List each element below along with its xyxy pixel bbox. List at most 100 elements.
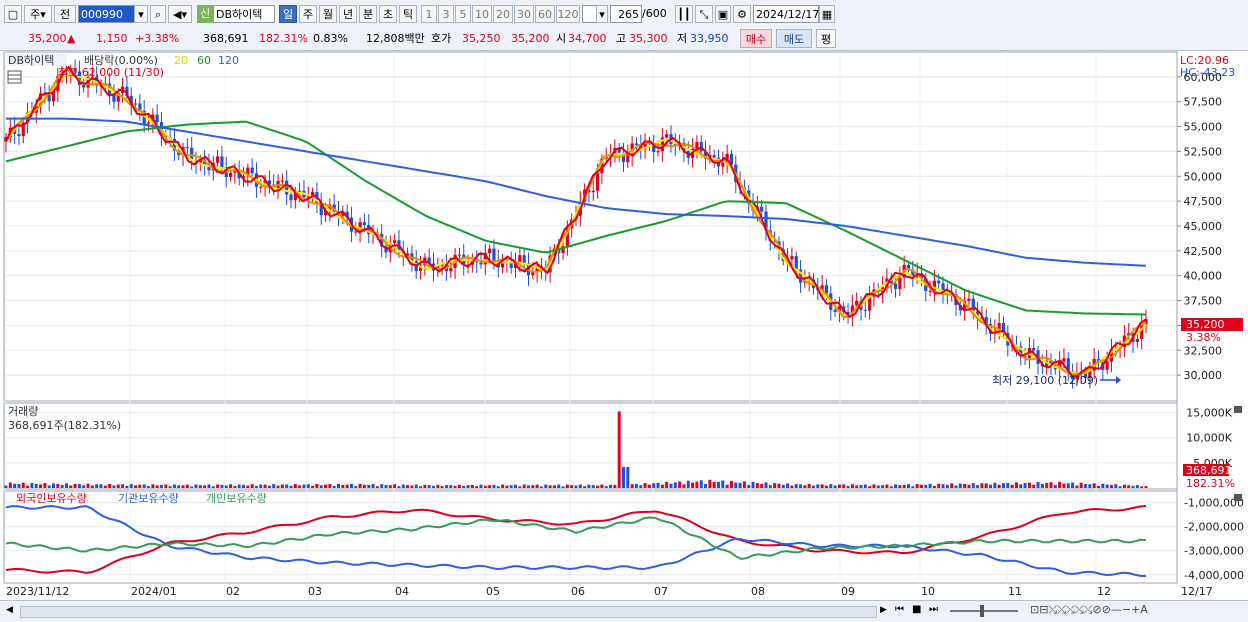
volume-bar xyxy=(423,484,427,488)
volume-bar xyxy=(1014,482,1018,488)
close-icon[interactable] xyxy=(1234,494,1242,501)
volume-bar xyxy=(781,484,785,488)
drawing-tools-icon[interactable]: ⊡⊟⤯⤯⤯⤯⤯⊘⊘—−+A xyxy=(1030,603,1148,617)
volume-bar xyxy=(306,484,310,488)
horizontal-scrollbar[interactable] xyxy=(20,606,877,618)
scroll-right-icon[interactable]: ▶ xyxy=(880,605,890,615)
volume-bar xyxy=(380,484,384,488)
volume-bar xyxy=(457,484,461,488)
volume-bar xyxy=(129,484,133,488)
volume-bar xyxy=(539,486,543,488)
candle-body xyxy=(479,262,483,265)
candle-body xyxy=(898,277,902,289)
volume-bar xyxy=(1131,485,1135,488)
volume-bar xyxy=(609,484,613,488)
x-tick-label: 11 xyxy=(1008,585,1022,598)
volume-bar xyxy=(393,484,397,488)
volume-bar xyxy=(254,485,258,488)
ma-60-label: 60 xyxy=(197,54,211,67)
volume-bar xyxy=(194,484,198,488)
volume-bar xyxy=(894,484,898,488)
scroll-left-icon[interactable]: ◀ xyxy=(6,605,16,617)
volume-bar xyxy=(527,485,530,488)
zoom-slider[interactable] xyxy=(950,610,1018,612)
volume-bar xyxy=(449,485,453,488)
volume-bar xyxy=(531,485,535,488)
table-icon[interactable] xyxy=(7,70,22,84)
candle-body xyxy=(665,134,669,138)
volume-bar xyxy=(652,483,656,488)
rewind-icon[interactable]: ⏮ xyxy=(895,604,909,615)
volume-bar xyxy=(583,486,587,488)
volume-bar xyxy=(911,486,915,488)
price-tick-label: 50,000 xyxy=(1184,170,1223,183)
candle-body xyxy=(937,280,941,284)
stock-chart[interactable]: 60,00057,50055,00052,50050,00047,50045,0… xyxy=(0,0,1248,621)
volume-bar xyxy=(60,484,64,488)
volume-bar xyxy=(764,482,768,488)
volume-bar xyxy=(660,484,664,488)
volume-bar xyxy=(1109,485,1113,488)
volume-bar xyxy=(773,483,777,488)
volume-bar xyxy=(1006,483,1010,488)
volume-bar xyxy=(656,482,660,488)
volume-bar xyxy=(315,483,319,488)
volume-bar xyxy=(941,484,945,488)
volume-bar xyxy=(842,484,846,488)
candle-body xyxy=(893,283,898,289)
volume-bar xyxy=(82,485,86,488)
volume-bar xyxy=(69,485,73,488)
volume-bar xyxy=(444,485,448,488)
volume-bar xyxy=(280,484,284,488)
volume-bar xyxy=(229,484,233,488)
volume-bar xyxy=(1019,484,1023,488)
volume-bar xyxy=(492,484,496,488)
fast-forward-icon[interactable]: ⏭ xyxy=(929,604,943,615)
candle-body xyxy=(457,254,462,256)
volume-bar xyxy=(552,485,556,488)
volume-bar xyxy=(311,485,315,488)
volume-bar xyxy=(686,480,690,488)
volume-bar xyxy=(682,484,686,488)
volume-bar xyxy=(514,484,518,488)
volume-bar xyxy=(95,484,99,488)
volume-bar xyxy=(932,485,936,488)
volume-bar xyxy=(1127,485,1131,488)
volume-bar xyxy=(1122,484,1126,488)
volume-bar xyxy=(17,483,21,488)
stop-icon[interactable]: ■ xyxy=(912,604,926,615)
volume-bar xyxy=(116,484,120,488)
volume-bar xyxy=(250,484,254,488)
candle-body xyxy=(863,309,867,311)
volume-bar xyxy=(375,486,379,488)
volume-bar xyxy=(613,484,617,488)
volume-bar xyxy=(211,486,215,488)
volume-bar xyxy=(786,483,790,488)
close-icon[interactable] xyxy=(1234,406,1242,413)
volume-bar xyxy=(328,484,332,488)
volume-bar xyxy=(155,485,159,488)
volume-bar xyxy=(712,481,716,488)
volume-bar xyxy=(337,483,340,488)
volume-bar xyxy=(794,484,798,488)
volume-bar xyxy=(47,485,51,488)
volume-bar xyxy=(134,485,138,488)
volume-bar xyxy=(950,483,954,488)
volume-bar xyxy=(954,485,958,488)
candle-body xyxy=(82,85,86,88)
volume-bar xyxy=(747,484,751,488)
volume-bar xyxy=(259,484,263,488)
volume-bar xyxy=(509,485,513,488)
volume-bar xyxy=(695,481,699,488)
volume-bar xyxy=(406,485,410,488)
volume-bar xyxy=(704,484,708,488)
volume-bar xyxy=(915,484,919,488)
volume-bar xyxy=(30,483,34,488)
zoom-slider-handle[interactable] xyxy=(980,605,984,617)
volume-bar xyxy=(4,485,8,488)
volume-bar xyxy=(984,483,988,488)
volume-bar xyxy=(272,484,276,488)
volume-bar xyxy=(971,483,975,488)
volume-bar xyxy=(820,484,824,488)
candle-body xyxy=(362,222,367,226)
